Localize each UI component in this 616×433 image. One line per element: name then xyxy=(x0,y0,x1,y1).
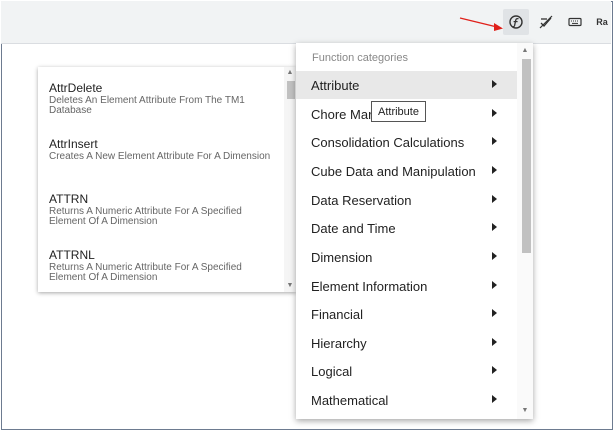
function-description: Creates A New Element Attribute For A Di… xyxy=(49,151,271,162)
function-list-scrollbar[interactable]: ▲ ▼ xyxy=(284,67,296,292)
category-label: Consolidation Calculations xyxy=(311,134,465,150)
category-menu-header: Function categories xyxy=(312,52,408,64)
ra-icon: Ra xyxy=(596,17,608,27)
function-button[interactable] xyxy=(503,9,529,35)
category-label: Financial xyxy=(311,306,364,322)
category-label: Mathematical xyxy=(311,392,389,408)
category-label: Dimension xyxy=(311,249,373,265)
scroll-thumb[interactable] xyxy=(287,81,295,99)
category-item-attribute[interactable]: Attribute xyxy=(296,71,517,99)
category-label: Cube Data and Manipulation xyxy=(311,163,476,179)
category-item-hierarchy[interactable]: Hierarchy xyxy=(296,329,517,357)
scroll-up-icon[interactable]: ▲ xyxy=(517,45,533,57)
category-menu-scrollbar[interactable]: ▲ ▼ xyxy=(517,43,533,419)
category-label: Chore Mar xyxy=(311,106,373,122)
category-item-dimension[interactable]: Dimension xyxy=(296,243,517,271)
category-item-cube-data[interactable]: Cube Data and Manipulation xyxy=(296,157,517,185)
chevron-right-icon xyxy=(492,338,497,346)
chevron-right-icon xyxy=(492,366,497,374)
chevron-right-icon xyxy=(492,137,497,145)
list-item[interactable]: AttrInsert Creates A New Element Attribu… xyxy=(49,138,279,162)
function-list: AttrDelete Deletes An Element Attribute … xyxy=(38,67,296,292)
category-label: Hierarchy xyxy=(311,335,367,351)
category-item-financial[interactable]: Financial xyxy=(296,300,517,328)
category-label: Logical xyxy=(311,363,353,379)
chevron-right-icon xyxy=(492,80,497,88)
chevron-right-icon xyxy=(492,395,497,403)
category-item-mathematical[interactable]: Mathematical xyxy=(296,386,517,414)
keyboard-button[interactable] xyxy=(562,9,588,35)
category-item-consolidation-calculations[interactable]: Consolidation Calculations xyxy=(296,128,517,156)
category-menu: Function categories Attribute Chore Mar … xyxy=(296,43,533,419)
list-item[interactable]: AttrDelete Deletes An Element Attribute … xyxy=(49,82,279,116)
tooltip: Attribute xyxy=(371,101,426,122)
category-label: Element Information xyxy=(311,278,428,294)
no-formula-icon xyxy=(538,14,554,30)
chevron-right-icon xyxy=(492,223,497,231)
ra-button[interactable]: Ra xyxy=(591,9,613,35)
function-description: Returns A Numeric Attribute For A Specif… xyxy=(49,206,242,227)
no-formula-button[interactable] xyxy=(533,9,559,35)
category-item-element-information[interactable]: Element Information xyxy=(296,272,517,300)
function-name: AttrInsert xyxy=(49,137,98,151)
chevron-right-icon xyxy=(492,166,497,174)
function-name: AttrDelete xyxy=(49,81,103,95)
category-item-date-and-time[interactable]: Date and Time xyxy=(296,214,517,242)
chevron-right-icon xyxy=(492,309,497,317)
chevron-right-icon xyxy=(492,109,497,117)
function-description: Deletes An Element Attribute From The TM… xyxy=(49,95,245,116)
category-item-logical[interactable]: Logical xyxy=(296,357,517,385)
function-name: ATTRN xyxy=(49,192,89,206)
function-name: ATTRNL xyxy=(49,248,95,262)
scroll-up-icon[interactable]: ▲ xyxy=(284,67,296,79)
scroll-thumb[interactable] xyxy=(522,59,531,253)
function-description: Returns A Numeric Attribute For A Specif… xyxy=(49,262,242,283)
category-label: Date and Time xyxy=(311,220,396,236)
category-item-data-reservation[interactable]: Data Reservation xyxy=(296,186,517,214)
chevron-right-icon xyxy=(492,252,497,260)
scroll-down-icon[interactable]: ▼ xyxy=(517,405,533,417)
category-label: Data Reservation xyxy=(311,192,412,208)
toolbar: Ra xyxy=(1,1,611,44)
scroll-down-icon[interactable]: ▼ xyxy=(284,280,296,292)
category-label: Attribute xyxy=(311,77,360,93)
function-icon xyxy=(508,14,524,30)
chevron-right-icon xyxy=(492,281,497,289)
list-item[interactable]: ATTRN Returns A Numeric Attribute For A … xyxy=(49,193,279,227)
chevron-right-icon xyxy=(492,195,497,203)
keyboard-icon xyxy=(567,14,583,30)
list-item[interactable]: ATTRNL Returns A Numeric Attribute For A… xyxy=(49,249,279,283)
